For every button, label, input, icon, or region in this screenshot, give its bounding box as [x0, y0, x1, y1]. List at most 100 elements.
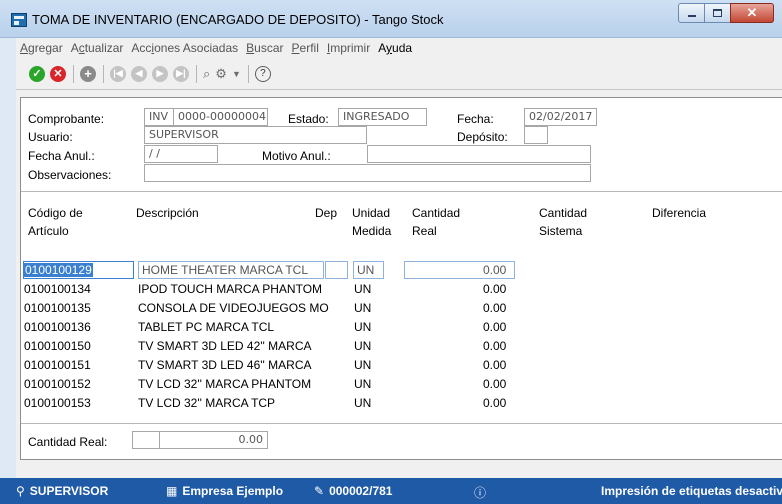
row-description: TABLET PC MARCA TCL [138, 320, 275, 334]
header-unidad[interactable]: Unidad Medida [352, 204, 391, 240]
table-row[interactable]: 0100100150 TV SMART 3D LED 42'' MARCA UN… [21, 336, 782, 356]
previous-record-button[interactable]: ◀ [131, 65, 147, 82]
row-quantity: 0.00 [483, 358, 507, 372]
code-editor[interactable] [23, 261, 134, 279]
observaciones-field[interactable] [144, 164, 591, 182]
status-code: ✎ 000002/781 [314, 484, 392, 498]
row-unit: UN [354, 377, 372, 391]
row-unit: UN [354, 320, 372, 334]
row-code: 0100100134 [24, 282, 91, 296]
row-unit: UN [357, 263, 375, 277]
binoculars-icon[interactable]: ⌕ [203, 66, 210, 82]
menu-imprimir[interactable]: Imprimir [327, 41, 370, 55]
table-row[interactable]: 0100100152 TV LCD 32'' MARCA PHANTOM UN … [21, 374, 782, 394]
last-record-button[interactable]: ▶| [173, 65, 189, 82]
row-description: HOME THEATER MARCA TCL [142, 263, 309, 277]
status-message: Impresión de etiquetas desactiva [601, 484, 782, 498]
status-code-text: 000002/781 [329, 484, 393, 498]
menu-buscar[interactable]: Buscar [246, 41, 283, 55]
table-row[interactable]: 0100100135 CONSOLA DE VIDEOJUEGOS MO UN … [21, 298, 782, 318]
header-diferencia[interactable]: Diferencia [652, 204, 706, 222]
row-code: 0100100135 [24, 301, 91, 315]
row-description: IPOD TOUCH MARCA PHANTOM [138, 282, 323, 296]
header-cantidad-real[interactable]: Cantidad Real [412, 204, 460, 240]
check-icon: ✓ [32, 68, 42, 80]
fecha-label: Fecha: [457, 112, 494, 126]
row-unit: UN [354, 301, 372, 315]
toolbar-separator [103, 64, 104, 83]
minimize-icon [687, 15, 696, 17]
first-record-button[interactable]: |◀ [110, 65, 126, 82]
last-icon: ▶| [176, 68, 186, 78]
menu-acciones-asociadas[interactable]: Acciones Asociadas [131, 41, 238, 55]
cantidad-real-field[interactable]: 0.00 [159, 431, 268, 449]
help-button[interactable]: ? [254, 65, 271, 82]
x-icon: ✕ [53, 68, 63, 80]
window-controls: ✕ [678, 3, 774, 23]
chevron-down-icon[interactable]: ▼ [232, 69, 241, 79]
maximize-button[interactable] [704, 3, 731, 23]
row-description: TV SMART 3D LED 42'' MARCA [138, 339, 312, 353]
table-row[interactable]: 0100100136 TABLET PC MARCA TCL UN 0.00 [21, 317, 782, 337]
menu-agregar[interactable]: Agregar [20, 41, 63, 55]
header-dep[interactable]: Dep [315, 204, 337, 222]
fecha-field[interactable]: 02/02/2017 [524, 108, 597, 126]
previous-icon: ◀ [135, 68, 143, 78]
status-company-text: Empresa Ejemplo [182, 484, 284, 498]
form-divider [21, 191, 782, 192]
status-user: ⚲ SUPERVISOR [16, 484, 108, 498]
table-row[interactable]: 0100100153 TV LCD 32'' MARCA TCP UN 0.00 [21, 393, 782, 413]
deposito-field[interactable] [524, 126, 548, 144]
maximize-icon [713, 9, 722, 17]
header-codigo[interactable]: Código de Artículo [28, 204, 83, 240]
row-unit: UN [354, 396, 372, 410]
cantidad-real-prefix-field[interactable] [132, 431, 160, 449]
motivo-anul-field[interactable] [367, 145, 591, 163]
deposito-label: Depósito: [457, 130, 508, 144]
form-panel: Comprobante: INV 0000-00000004 Estado: I… [20, 97, 782, 460]
confirm-button[interactable]: ✓ [29, 65, 45, 82]
menu-ayuda[interactable]: Ayuda [378, 41, 412, 55]
close-button[interactable]: ✕ [730, 3, 774, 23]
row-description: TV LCD 32'' MARCA PHANTOM [138, 377, 312, 391]
toolbar-separator [247, 64, 249, 83]
building-icon: ▦ [166, 484, 178, 498]
row-code: 0100100153 [24, 396, 91, 410]
comprobante-number-field[interactable]: 0000-00000004 [173, 108, 268, 126]
info-icon[interactable]: ⓘ [474, 484, 491, 501]
row-description: TV LCD 32'' MARCA TCP [138, 396, 276, 410]
row-description: CONSOLA DE VIDEOJUEGOS MO [138, 301, 329, 315]
table-row[interactable]: 0100100151 TV SMART 3D LED 46'' MARCA UN… [21, 355, 782, 375]
row-unit: UN [354, 282, 372, 296]
usuario-label: Usuario: [28, 130, 73, 144]
gear-icon[interactable]: ⚙ [215, 66, 227, 82]
comprobante-type-field[interactable]: INV [144, 108, 174, 126]
menu-bar: Agregar Actualizar Acciones Asociadas Bu… [16, 38, 782, 58]
next-icon: ▶ [156, 68, 164, 78]
header-descripcion[interactable]: Descripción [136, 204, 199, 222]
user-icon: ⚲ [16, 484, 25, 498]
header-cantidad-sistema[interactable]: Cantidad Sistema [539, 204, 587, 240]
observaciones-label: Observaciones: [28, 168, 112, 182]
row-code: 0100100150 [24, 339, 91, 353]
fecha-anul-label: Fecha Anul.: [28, 149, 95, 163]
add-button[interactable]: + [80, 65, 96, 82]
minimize-button[interactable] [678, 3, 705, 23]
menu-actualizar[interactable]: Actualizar [71, 41, 124, 55]
first-icon: |◀ [113, 68, 123, 78]
motivo-anul-label: Motivo Anul.: [262, 149, 331, 163]
row-code: 0100100151 [24, 358, 91, 372]
usuario-field: SUPERVISOR [144, 126, 367, 144]
cantidad-real-label: Cantidad Real: [28, 435, 108, 449]
app-icon [11, 13, 27, 27]
row-quantity: 0.00 [483, 282, 507, 296]
table-row[interactable]: 0100100129 HOME THEATER MARCA TCL UN 0.0… [21, 260, 782, 280]
pencil-icon: ✎ [314, 484, 325, 498]
table-row[interactable]: 0100100134 IPOD TOUCH MARCA PHANTOM UN 0… [21, 279, 782, 299]
menu-perfil[interactable]: Perfil [292, 41, 319, 55]
next-record-button[interactable]: ▶ [152, 65, 168, 82]
fecha-anul-field[interactable]: / / [144, 145, 218, 163]
toolbar: ✓ ✕ + |◀ ◀ ▶ ▶| ⌕ ⚙ ▼ ? [16, 58, 782, 90]
row-code: 0100100136 [24, 320, 91, 334]
cancel-button[interactable]: ✕ [50, 65, 66, 82]
